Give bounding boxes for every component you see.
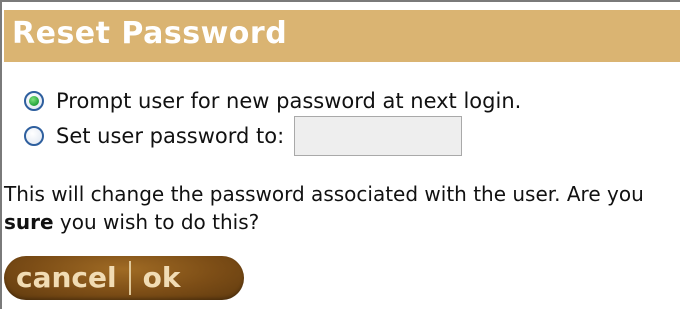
message-text-1: This will change the password associated… bbox=[4, 182, 644, 206]
option-prompt-label: Prompt user for new password at next log… bbox=[56, 89, 522, 113]
option-set-label: Set user password to: bbox=[56, 124, 285, 148]
password-input[interactable] bbox=[294, 116, 463, 156]
dialog-title: Reset Password bbox=[12, 16, 288, 51]
option-set-password[interactable]: Set user password to: bbox=[24, 116, 463, 156]
cancel-button[interactable]: cancel bbox=[16, 256, 117, 300]
option-prompt-new-password[interactable]: Prompt user for new password at next log… bbox=[24, 86, 521, 116]
message-emphasis: sure bbox=[4, 210, 54, 234]
action-button-group: cancel ok bbox=[4, 256, 244, 300]
radio-prompt-new-password[interactable] bbox=[24, 91, 44, 111]
radio-set-password[interactable] bbox=[24, 126, 44, 146]
confirmation-message: This will change the password associated… bbox=[4, 180, 674, 236]
button-divider bbox=[128, 261, 131, 295]
message-text-2: you wish to do this? bbox=[53, 210, 260, 234]
reset-password-dialog: Reset Password Prompt user for new passw… bbox=[0, 0, 680, 309]
ok-button[interactable]: ok bbox=[143, 256, 181, 300]
dialog-header: Reset Password bbox=[4, 10, 680, 62]
